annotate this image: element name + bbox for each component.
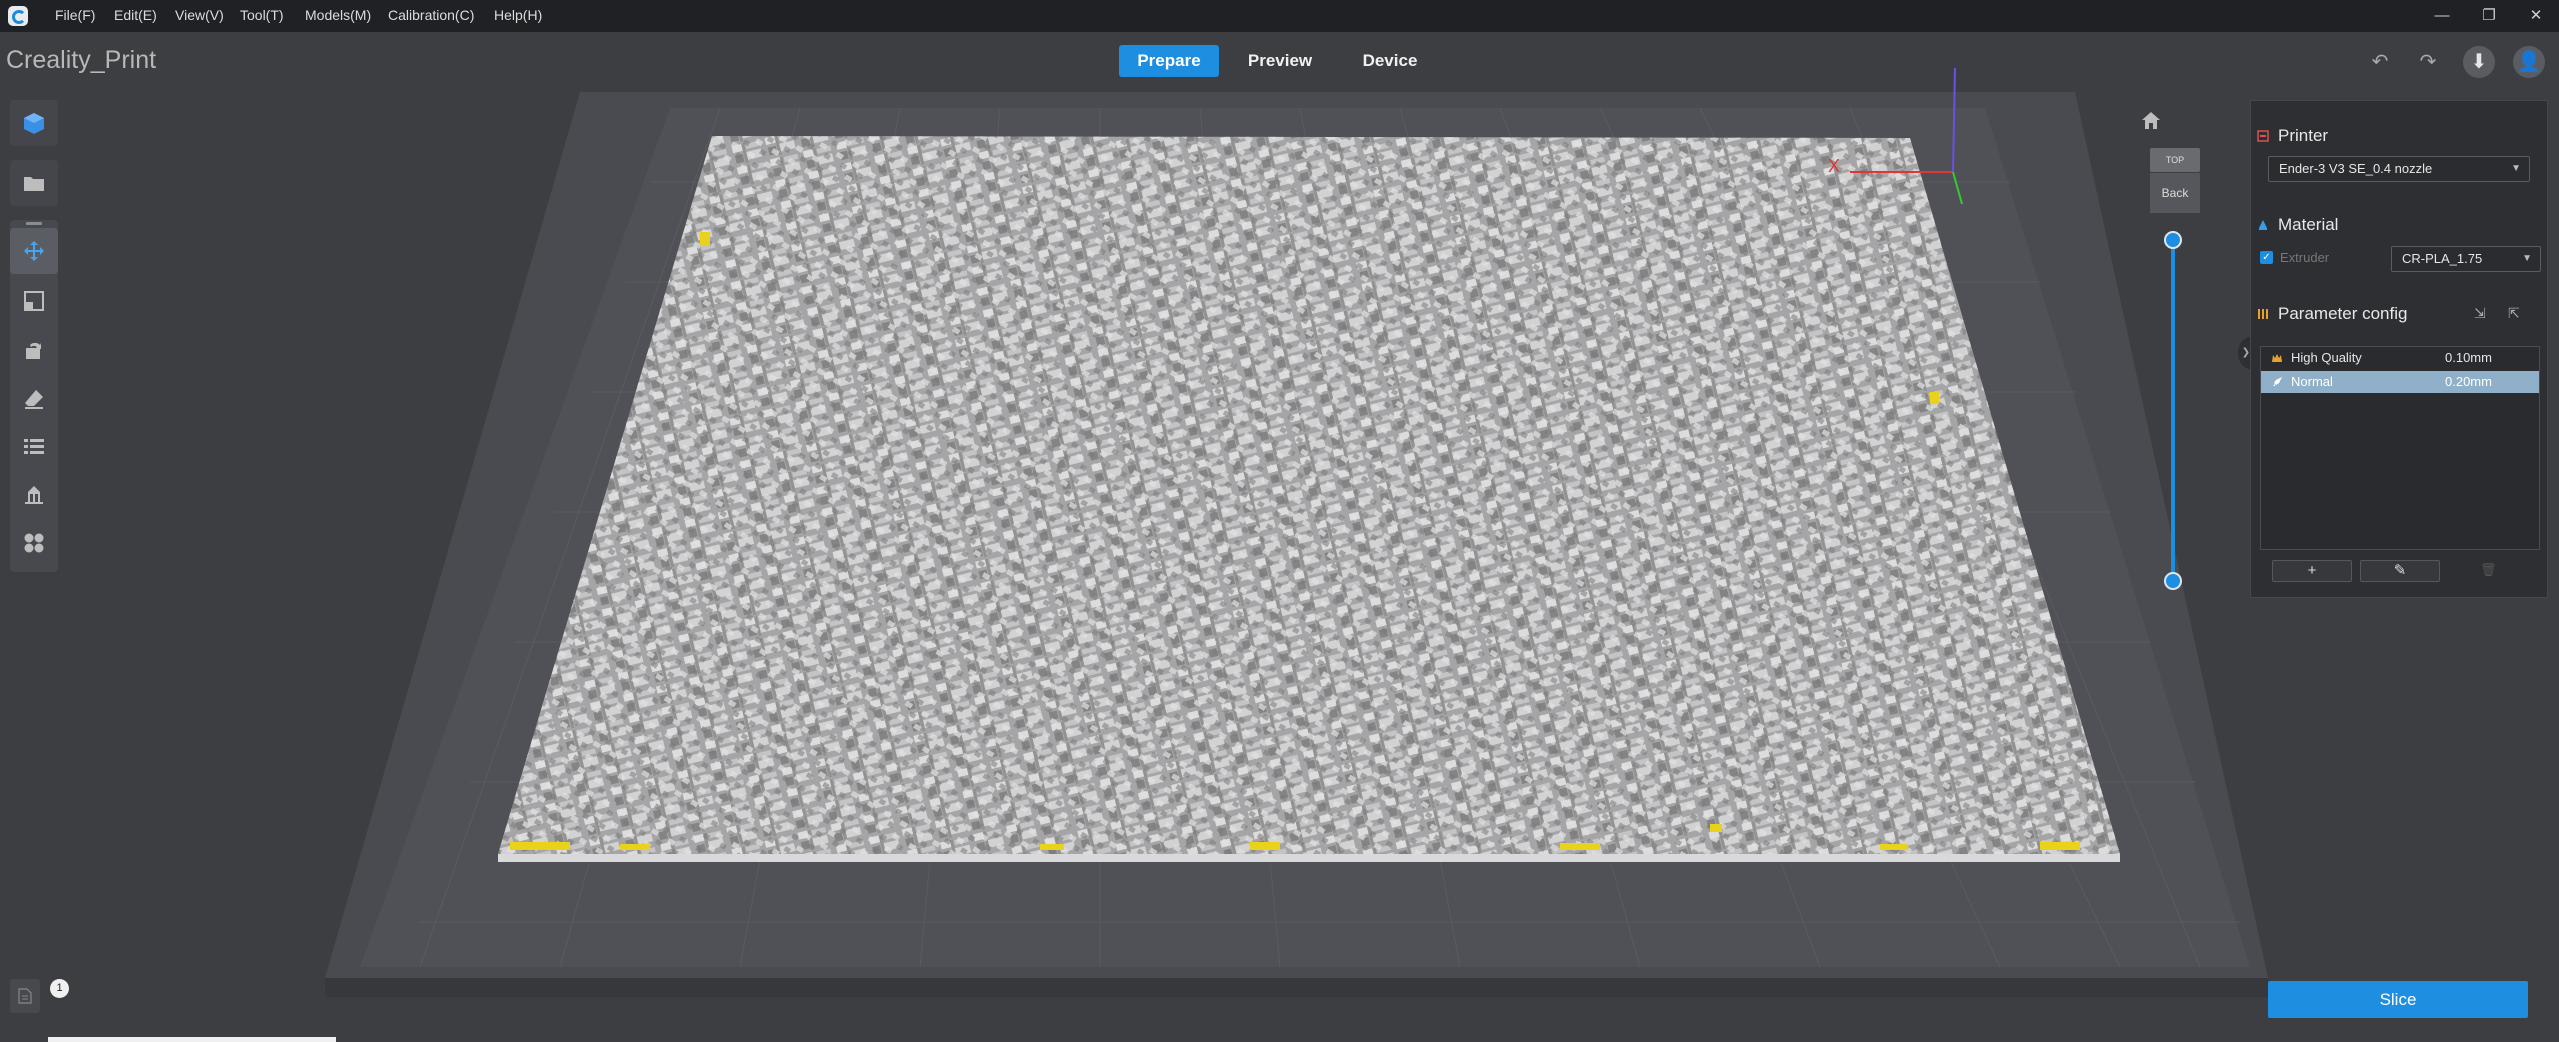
menu-bar: File(F) Edit(E) View(V) Tool(T) Models(M… [0, 0, 2559, 32]
delete-profile-icon[interactable]: 🗑 [2480, 562, 2497, 578]
edit-profile-button[interactable]: ✎ [2360, 560, 2440, 582]
material-select[interactable]: CR-PLA_1.75 ▼ [2391, 246, 2541, 272]
log-count-badge: 1 [50, 979, 69, 998]
import-config-icon[interactable]: ⇲ [2474, 305, 2486, 322]
material-icon [2259, 220, 2267, 230]
move-icon [24, 241, 44, 261]
restore-button[interactable]: ❐ [2469, 4, 2509, 28]
material-section-title: Material [2278, 215, 2339, 234]
view-cube-back[interactable]: Back [2150, 173, 2200, 213]
layer-slider-track[interactable] [2171, 240, 2175, 582]
layer-slider-bottom-handle[interactable] [2164, 572, 2182, 590]
scale-tool-button[interactable] [10, 278, 58, 324]
crown-icon [2272, 354, 2282, 362]
material-select-value: CR-PLA_1.75 [2402, 251, 2483, 266]
rocket-icon [2273, 377, 2282, 386]
status-bar-indicator [48, 1037, 336, 1042]
document-icon [18, 988, 32, 1004]
profile-row-normal[interactable]: Normal 0.20mm [2261, 371, 2539, 393]
undo-icon[interactable]: ↶ [2364, 46, 2396, 78]
printer-select[interactable]: Ender-3 V3 SE_0.4 nozzle ▼ [2268, 156, 2530, 182]
home-view-icon[interactable] [2140, 110, 2162, 132]
printer-icon [2257, 130, 2269, 142]
list-icon [24, 439, 44, 454]
download-icon[interactable]: ⬇ [2463, 46, 2495, 78]
tab-preview[interactable]: Preview [1230, 45, 1330, 77]
open-file-button[interactable] [10, 160, 58, 206]
tab-device[interactable]: Device [1340, 45, 1440, 77]
chevron-down-icon: ▼ [2522, 253, 2532, 264]
arrange-tool-button[interactable] [10, 520, 58, 566]
object-list-button[interactable] [10, 424, 58, 470]
profile-layer-height: 0.10mm [2445, 350, 2492, 365]
tab-prepare[interactable]: Prepare [1119, 45, 1219, 77]
menu-help[interactable]: Help(H) [494, 7, 542, 23]
cube-icon [24, 113, 44, 134]
log-button[interactable] [10, 979, 40, 1013]
profile-name: Normal [2291, 374, 2333, 389]
layer-slider-top-handle[interactable] [2164, 231, 2182, 249]
x-axis-label: X [1828, 156, 1840, 176]
tool-group-handle [26, 222, 42, 225]
printer-select-value: Ender-3 V3 SE_0.4 nozzle [2279, 161, 2433, 176]
open-folder-icon [24, 177, 44, 191]
chevron-down-icon: ▼ [2511, 163, 2521, 174]
grid-icon [24, 533, 44, 553]
profile-layer-height: 0.20mm [2445, 374, 2492, 389]
add-profile-button[interactable]: + [2272, 560, 2352, 582]
bed-edge [325, 978, 2268, 997]
rotate-icon [26, 342, 41, 359]
scale-icon [24, 291, 44, 311]
extruder-label: Extruder [2280, 250, 2330, 265]
close-button[interactable]: ✕ [2516, 4, 2556, 28]
menu-edit[interactable]: Edit(E) [114, 7, 157, 23]
paint-icon [25, 390, 43, 409]
profile-row-high-quality[interactable]: High Quality 0.10mm [2261, 347, 2539, 369]
paint-tool-button[interactable] [10, 376, 58, 422]
parameter-config-title: Parameter config [2278, 304, 2408, 323]
extruder-checkbox[interactable]: ✓ [2260, 251, 2273, 264]
move-tool-button[interactable] [10, 228, 58, 274]
menu-file[interactable]: File(F) [55, 7, 95, 23]
account-icon[interactable]: 👤 [2513, 46, 2545, 78]
printer-section-title: Printer [2278, 126, 2329, 145]
menu-view[interactable]: View(V) [175, 7, 224, 23]
app-title: Creality_Print [6, 46, 157, 74]
view-cube-top[interactable]: TOP [2150, 148, 2200, 172]
support-icon [25, 486, 43, 504]
model-base [498, 854, 2120, 862]
rotate-tool-button[interactable] [10, 328, 58, 374]
profile-name: High Quality [2291, 350, 2362, 365]
redo-icon[interactable]: ↷ [2412, 46, 2444, 78]
menu-calibration[interactable]: Calibration(C) [388, 7, 474, 23]
minimize-button[interactable]: — [2422, 4, 2462, 28]
slice-button[interactable]: Slice [2268, 981, 2528, 1018]
support-tool-button[interactable] [10, 472, 58, 518]
menu-tool[interactable]: Tool(T) [240, 7, 284, 23]
export-config-icon[interactable]: ⇱ [2508, 305, 2520, 322]
add-model-button[interactable] [10, 100, 58, 146]
parameter-config-icon [2258, 309, 2268, 319]
creality-logo-icon [8, 6, 28, 26]
menu-models[interactable]: Models(M) [305, 7, 371, 23]
